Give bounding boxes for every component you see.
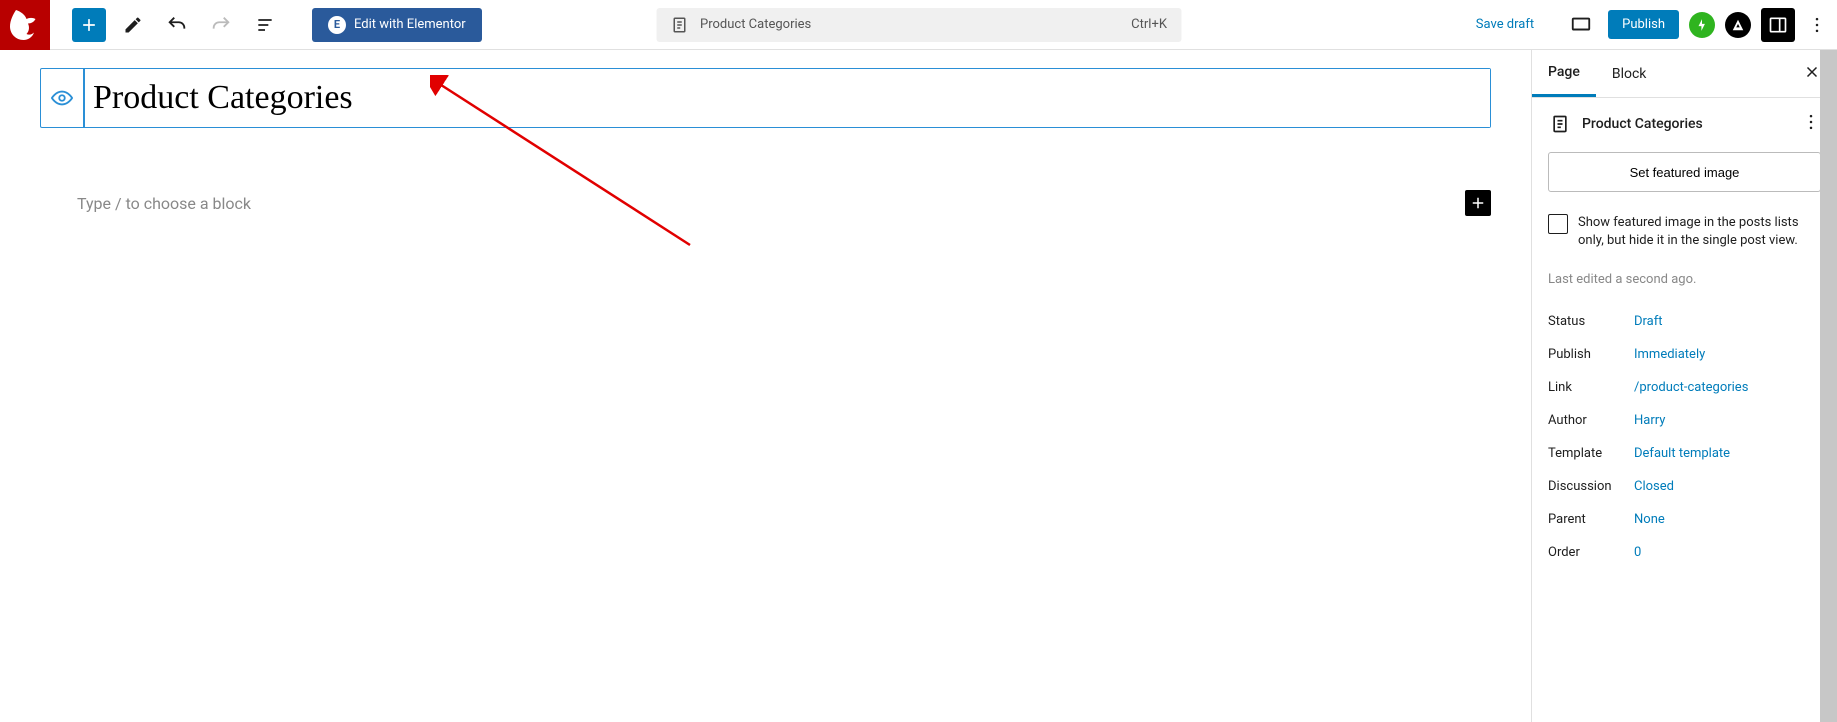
undo-icon[interactable] [160, 8, 194, 42]
scrollbar[interactable] [1820, 50, 1837, 722]
publish-label: Publish [1548, 347, 1634, 362]
order-label: Order [1548, 545, 1634, 560]
more-menu-icon[interactable] [1805, 8, 1829, 42]
sidebar-page-title: Product Categories [1582, 116, 1703, 132]
command-center-button[interactable]: Product Categories Ctrl+K [656, 8, 1181, 42]
elementor-label: Edit with Elementor [354, 17, 466, 32]
parent-label: Parent [1548, 512, 1634, 527]
tab-page[interactable]: Page [1532, 50, 1596, 97]
set-featured-image-button[interactable]: Set featured image [1548, 152, 1821, 192]
top-right-actions: Save draft Publish [1466, 8, 1837, 42]
last-edited-text: Last edited a second ago. [1548, 272, 1821, 287]
visibility-icon[interactable] [41, 69, 85, 127]
sidebar-content: Product Categories Set featured image Sh… [1532, 98, 1837, 583]
publish-value[interactable]: Immediately [1634, 347, 1705, 362]
settings-sidebar: Page Block Product Categories Set featur… [1531, 50, 1837, 722]
empty-block-placeholder[interactable]: Type / to choose a block [40, 190, 1491, 216]
featured-image-checkbox[interactable] [1548, 214, 1568, 234]
publish-button[interactable]: Publish [1608, 10, 1679, 39]
status-value[interactable]: Draft [1634, 314, 1663, 329]
tab-block[interactable]: Block [1596, 50, 1663, 97]
edit-with-elementor-button[interactable]: E Edit with Elementor [312, 8, 482, 42]
author-label: Author [1548, 413, 1634, 428]
editor-canvas: Type / to choose a block [0, 50, 1531, 722]
sidebar-tabs: Page Block [1532, 50, 1837, 98]
scrollbar-thumb[interactable] [1820, 50, 1837, 722]
post-title-input[interactable] [85, 69, 1490, 127]
top-toolbar: E Edit with Elementor Product Categories… [0, 0, 1837, 50]
add-block-button[interactable] [72, 8, 106, 42]
featured-image-checkbox-label: Show featured image in the posts lists o… [1578, 214, 1821, 250]
outline-icon[interactable] [248, 8, 282, 42]
settings-panel-toggle[interactable] [1761, 8, 1795, 42]
template-value[interactable]: Default template [1634, 446, 1730, 461]
elementor-icon: E [328, 16, 346, 34]
command-center-shortcut: Ctrl+K [1131, 17, 1167, 32]
discussion-value[interactable]: Closed [1634, 479, 1674, 494]
jetpack-icon[interactable] [1689, 12, 1715, 38]
preview-icon[interactable] [1564, 8, 1598, 42]
placeholder-text: Type / to choose a block [77, 194, 251, 213]
parent-value[interactable]: None [1634, 512, 1665, 527]
link-value[interactable]: /product-categories [1634, 380, 1748, 395]
edit-mode-icon[interactable] [116, 8, 150, 42]
author-value[interactable]: Harry [1634, 413, 1665, 428]
discussion-label: Discussion [1548, 479, 1634, 494]
redo-icon [204, 8, 238, 42]
inline-add-block-button[interactable] [1465, 190, 1491, 216]
post-title-block [40, 68, 1491, 128]
sidebar-more-icon[interactable] [1801, 112, 1821, 136]
site-logo[interactable] [0, 0, 50, 50]
page-icon [1548, 112, 1572, 136]
astra-icon[interactable] [1725, 12, 1751, 38]
link-label: Link [1548, 380, 1634, 395]
status-label: Status [1548, 314, 1634, 329]
command-center-title: Product Categories [700, 17, 811, 32]
order-value[interactable]: 0 [1634, 545, 1641, 560]
template-label: Template [1548, 446, 1634, 461]
save-draft-button[interactable]: Save draft [1466, 11, 1544, 38]
page-icon [670, 16, 688, 34]
